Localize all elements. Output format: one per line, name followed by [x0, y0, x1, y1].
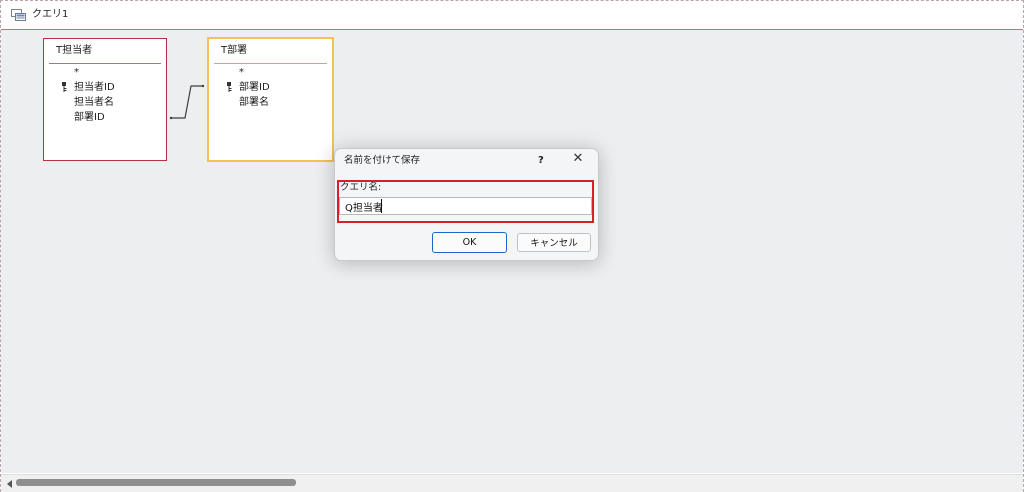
query-tab-title: クエリ1	[32, 9, 69, 20]
table-field-tantousha-name[interactable]: 担当者名	[74, 97, 114, 109]
close-button[interactable]: ✕	[572, 151, 584, 166]
text-caret	[381, 199, 382, 213]
query-name-input[interactable]	[339, 197, 592, 215]
table-title-divider	[214, 63, 327, 64]
primary-key-icon	[61, 82, 67, 93]
table-field-all[interactable]: *	[74, 67, 79, 79]
table-field-busho-id[interactable]: 部署ID	[239, 82, 270, 94]
table-t-busho[interactable]: T部署 * 部署ID 部署名	[207, 37, 334, 162]
table-field-busho-id[interactable]: 部署ID	[74, 112, 105, 124]
table-title-divider	[49, 63, 161, 64]
table-title: T担当者	[56, 45, 93, 56]
primary-key-icon	[226, 82, 232, 93]
close-icon: ✕	[572, 151, 584, 166]
query-icon	[11, 9, 26, 21]
horizontal-scroll-thumb[interactable]	[16, 479, 296, 486]
table-field-tantousha-id[interactable]: 担当者ID	[74, 82, 115, 94]
table-field-busho-name[interactable]: 部署名	[239, 97, 269, 109]
table-title: T部署	[221, 45, 248, 56]
table-t-tantousha[interactable]: T担当者 * 担当者ID 担当者名 部署ID	[43, 38, 167, 161]
query-tab-header[interactable]: クエリ1	[1, 1, 1023, 30]
table-field-all[interactable]: *	[239, 67, 244, 79]
query-name-label: クエリ名:	[340, 182, 382, 193]
horizontal-scrollbar[interactable]	[1, 474, 1023, 492]
dialog-title: 名前を付けて保存	[344, 155, 421, 166]
cancel-button[interactable]: キャンセル	[517, 233, 591, 252]
scroll-left-icon[interactable]	[7, 480, 12, 488]
help-button[interactable]: ?	[538, 154, 547, 168]
ok-button[interactable]: OK	[432, 232, 507, 253]
